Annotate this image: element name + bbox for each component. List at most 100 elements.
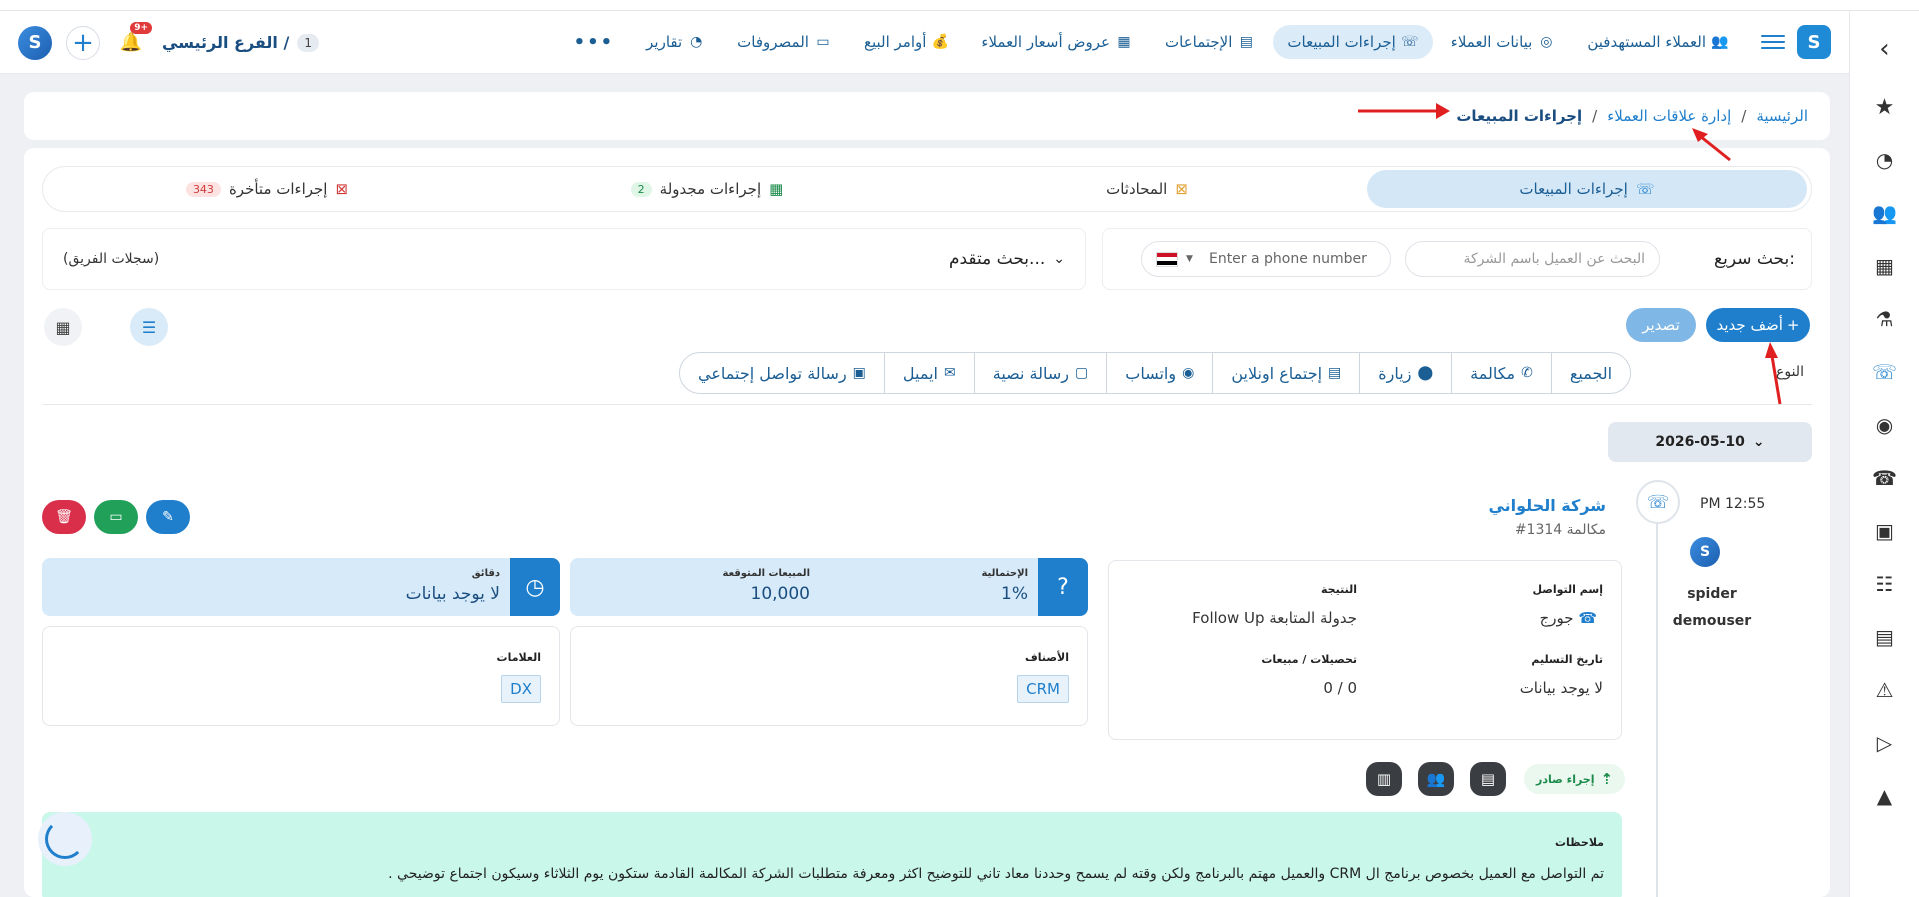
app-logo[interactable]: S xyxy=(1797,25,1831,59)
advanced-search-label: بحث متقدم... xyxy=(948,249,1046,269)
target-icon[interactable]: ◉ xyxy=(1867,407,1903,443)
breadcrumb-crm[interactable]: إدارة علاقات العملاء xyxy=(1607,107,1731,125)
comments-button[interactable]: ▭ xyxy=(94,500,138,534)
list-view-button[interactable]: ☰ xyxy=(130,308,168,346)
building-icon[interactable]: ▦ xyxy=(1867,248,1903,284)
grid-view-button[interactable]: ▦ xyxy=(44,308,82,346)
locked-document-button[interactable]: ▥ xyxy=(1366,762,1402,796)
filter-chip-1[interactable]: ✆ مكالمة xyxy=(1451,353,1551,393)
video-icon[interactable]: ▷ xyxy=(1867,725,1903,761)
call-icon: ✆ xyxy=(1521,365,1533,381)
filter-chip-4[interactable]: ◉ واتساب xyxy=(1106,353,1212,393)
egypt-flag-icon[interactable] xyxy=(1156,251,1179,267)
tab-2[interactable]: ▦ إجراءات مجدولة 2 xyxy=(487,170,927,208)
breadcrumb-home[interactable]: الرئيسية xyxy=(1756,107,1808,125)
target-users-icon: 👥 xyxy=(1711,34,1729,50)
favorites-star-icon[interactable]: ★ xyxy=(1867,89,1903,125)
minutes-stat: ◷ دقائق لا يوجد بيانات xyxy=(42,558,560,616)
export-button[interactable]: تصدير xyxy=(1626,308,1696,342)
dashboard-gauge-icon[interactable]: ◔ xyxy=(1867,142,1903,178)
advanced-search-toggle[interactable]: بحث متقدم... ⌄ xyxy=(949,249,1065,269)
add-new-label: أضف جديد xyxy=(1716,316,1783,334)
arrow-up-icon: ⇡ xyxy=(1600,770,1614,788)
breadcrumb-current: إجراءات المبيعات xyxy=(1456,107,1583,125)
telephone-icon[interactable]: ☎ xyxy=(1867,460,1903,496)
user-avatar[interactable]: S xyxy=(18,25,52,60)
add-new-button[interactable]: أضف جديد + xyxy=(1706,308,1810,342)
notes-section: ملاحظات تم التواصل مع العميل بخصوص برنام… xyxy=(42,812,1622,897)
category-tag: CRM xyxy=(1017,675,1069,703)
tab-0[interactable]: ☏ إجراءات المبيعات xyxy=(1367,170,1807,208)
document-button[interactable]: ▤ xyxy=(1470,762,1506,796)
quick-add-button[interactable]: + xyxy=(66,25,100,60)
team-icon[interactable]: ☷ xyxy=(1867,566,1903,602)
lock-document-icon: ▥ xyxy=(1376,770,1392,788)
nav-item-7[interactable]: ◔ تقارير xyxy=(632,25,719,59)
customer-name-link[interactable]: شركة الحلواني xyxy=(1488,496,1606,515)
delete-button[interactable]: 🗑 xyxy=(42,500,86,534)
edit-button[interactable]: ✎ xyxy=(146,500,190,534)
chevron-down-icon: ⌄ xyxy=(1053,251,1065,267)
nav-item-4[interactable]: ▦ عروض أسعار العملاء xyxy=(967,25,1147,59)
breadcrumb-separator: / xyxy=(1741,107,1747,125)
contacts-button[interactable]: 👥 xyxy=(1418,762,1454,796)
microscope-icon[interactable]: ⚗ xyxy=(1867,301,1903,337)
nav-item-label: المصروفات xyxy=(737,33,809,51)
type-filters: الجميع ✆ مكالمة ⬤ زيارة ▤ إجتماع اونلاين ◉ واتسا… xyxy=(679,352,1632,394)
nav-item-2[interactable]: ☏ إجراءات المبيعات xyxy=(1273,25,1433,59)
tags-box: العلامات DX xyxy=(42,626,560,726)
nav-item-1[interactable]: ◎ بيانات العملاء xyxy=(1437,25,1570,59)
filter-chip-label: مكالمة xyxy=(1470,363,1516,383)
filter-chip-label: الجميع xyxy=(1569,363,1613,383)
filter-chip-3[interactable]: ▤ إجتماع اونلاين xyxy=(1212,353,1359,393)
filter-chip-label: إجتماع اونلاين xyxy=(1231,363,1323,383)
money-icon[interactable]: ▤ xyxy=(1867,619,1903,655)
chat-off-icon: ⊠ xyxy=(1175,180,1188,198)
tab-3[interactable]: ⊠ إجراءات متأخرة 343 xyxy=(47,170,487,208)
nav-item-6[interactable]: ▭ المصروفات xyxy=(723,25,846,59)
sales-orders-icon: 💰 xyxy=(931,34,950,50)
minutes-value: لا يوجد بيانات xyxy=(405,584,500,604)
filter-chip-0[interactable]: الجميع xyxy=(1550,353,1630,393)
phone-search-input[interactable]: ▼ Enter a phone number xyxy=(1141,241,1392,277)
calendar-icon: ▦ xyxy=(769,180,784,198)
filter-chip-7[interactable]: ▣ رسالة تواصل إجتماعي xyxy=(680,353,884,393)
notifications-button[interactable]: 🔔 9+ xyxy=(114,21,152,60)
notifications-badge: 9+ xyxy=(130,21,152,34)
cone-icon[interactable]: ▲ xyxy=(1867,778,1903,814)
expected-sales-value: 10,000 xyxy=(750,584,810,604)
nav-item-5[interactable]: 💰 أوامر البيع xyxy=(850,25,963,59)
people-icon: 👥 xyxy=(1426,770,1446,788)
chat-icon: ▭ xyxy=(109,509,123,525)
crm-phone-icon[interactable]: ☏ xyxy=(1867,354,1903,390)
loading-spinner xyxy=(38,812,92,866)
nav-item-3[interactable]: ▤ الإجتماعات xyxy=(1151,25,1269,59)
filter-chip-5[interactable]: ▢ رسالة نصية xyxy=(973,353,1107,393)
plus-icon: + xyxy=(1786,316,1800,334)
more-icon[interactable]: ••• xyxy=(560,32,629,53)
nav-item-label: عروض أسعار العملاء xyxy=(981,33,1110,51)
timeline-line xyxy=(1656,490,1658,897)
menu-icon[interactable] xyxy=(1761,30,1785,54)
branch-selector[interactable]: الفرع الرئيسي / 1 xyxy=(162,33,319,52)
contact-name-value: جورج ☎ xyxy=(1540,609,1603,627)
collapse-chevron-icon[interactable]: ‹ xyxy=(1867,31,1903,67)
price-quotes-icon: ▦ xyxy=(1117,34,1131,50)
nav-item-0[interactable]: 👥 العملاء المستهدفين xyxy=(1573,25,1743,59)
minutes-label: دقائق xyxy=(471,568,500,579)
users-icon[interactable]: 👥 xyxy=(1867,195,1903,231)
probability-stat: ? الإحتمالية 1% المبيعات المتوقعة 10,000 xyxy=(570,558,1088,616)
branch-count: 1 xyxy=(297,33,319,52)
tab-1[interactable]: ⊠ المحادثات xyxy=(927,170,1367,208)
card-settings-icon[interactable]: ▣ xyxy=(1867,513,1903,549)
filter-chip-6[interactable]: ✉ ايميل xyxy=(883,353,974,393)
type-filter-label: النوع xyxy=(1776,364,1804,380)
company-search-input[interactable]: البحث عن العميل باسم الشركة xyxy=(1405,241,1661,277)
warning-icon[interactable]: ⚠ xyxy=(1867,672,1903,708)
chevron-down-icon: ⌄ xyxy=(1752,434,1765,450)
trash-icon: 🗑 xyxy=(55,509,73,525)
date-group-toggle[interactable]: 2026-05-10 ⌄ xyxy=(1608,422,1812,462)
filter-chip-2[interactable]: ⬤ زيارة xyxy=(1359,353,1451,393)
outgoing-badge: ⇡ إجراء صادر xyxy=(1524,764,1626,794)
notes-text: تم التواصل مع العميل بخصوص برنامج ال CRM… xyxy=(388,866,1604,882)
